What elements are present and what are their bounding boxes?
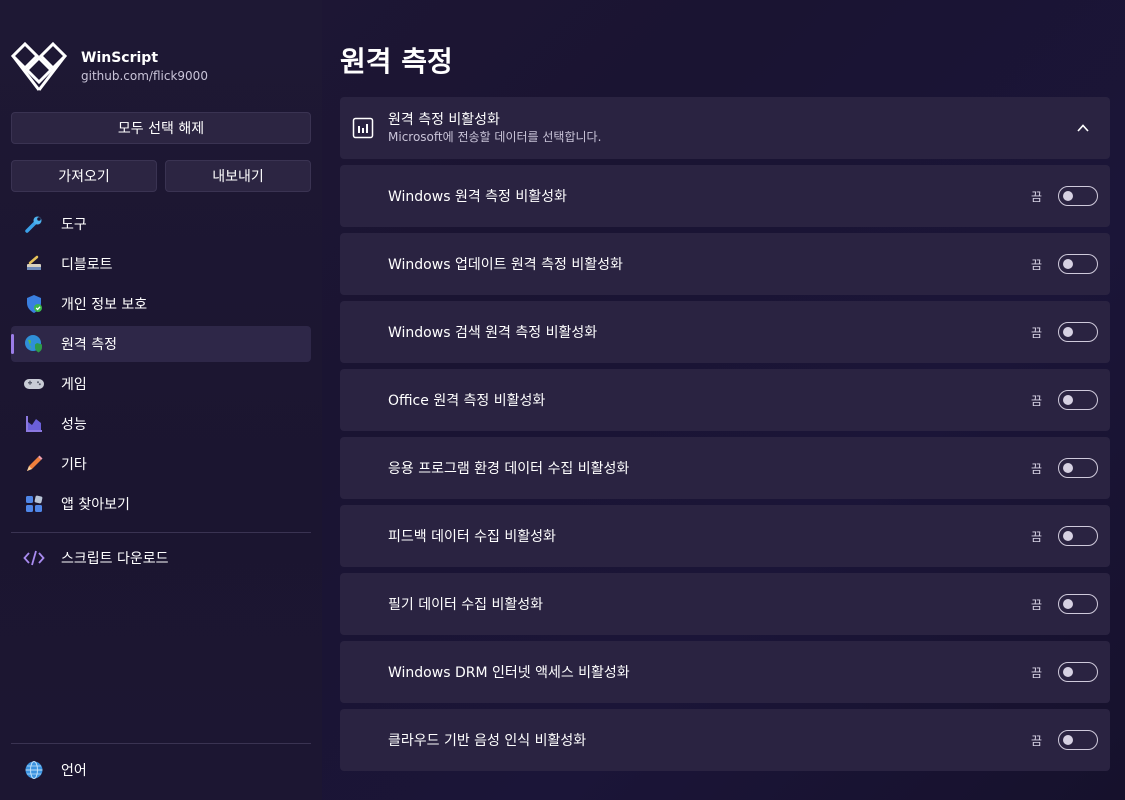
option-row: 필기 데이터 수집 비활성화 끔	[340, 573, 1110, 635]
toggle-state-label: 끔	[1030, 258, 1042, 272]
option-toggle[interactable]	[1058, 322, 1098, 342]
option-row: 응용 프로그램 환경 데이터 수집 비활성화 끔	[340, 437, 1110, 499]
sidebar-divider	[11, 743, 311, 744]
sidebar-item-language[interactable]: 언어	[11, 752, 311, 788]
option-toggle[interactable]	[1058, 390, 1098, 410]
app-subtitle: github.com/flick9000	[81, 69, 208, 83]
toggle-state-label: 끔	[1030, 462, 1042, 476]
sidebar: WinScript github.com/flick9000 모두 선택 해제 …	[0, 0, 322, 800]
toggle-knob	[1063, 327, 1073, 337]
sidebar-item-gaming[interactable]: 게임	[11, 366, 311, 402]
group-subtitle: Microsoft에 전송할 데이터를 선택합니다.	[388, 130, 602, 144]
option-toggle[interactable]	[1058, 730, 1098, 750]
option-label: Windows 원격 측정 비활성화	[388, 189, 567, 205]
group-title: 원격 측정 비활성화	[388, 112, 500, 128]
code-icon	[23, 547, 45, 569]
toggle-knob	[1063, 599, 1073, 609]
toggle-knob	[1063, 191, 1073, 201]
sidebar-item-label: 도구	[61, 217, 87, 233]
option-label: Windows DRM 인터넷 액세스 비활성화	[388, 665, 630, 681]
sidebar-item-label: 기타	[61, 457, 87, 473]
option-row: Windows 검색 원격 측정 비활성화 끔	[340, 301, 1110, 363]
option-row: Windows 업데이트 원격 측정 비활성화 끔	[340, 233, 1110, 295]
sidebar-item-download-script[interactable]: 스크립트 다운로드	[11, 540, 311, 576]
broom-icon	[23, 253, 45, 275]
option-label: Windows 업데이트 원격 측정 비활성화	[388, 257, 623, 273]
gamepad-icon	[23, 373, 45, 395]
option-toggle[interactable]	[1058, 594, 1098, 614]
export-button[interactable]: 내보내기	[165, 160, 311, 192]
sidebar-item-misc[interactable]: 기타	[11, 446, 311, 482]
option-label: 필기 데이터 수집 비활성화	[388, 597, 544, 613]
toggle-state-label: 끔	[1030, 734, 1042, 748]
toggle-knob	[1063, 531, 1073, 541]
toggle-state-label: 끔	[1030, 326, 1042, 340]
toggle-state-label: 끔	[1030, 394, 1042, 408]
option-row: 클라우드 기반 음성 인식 비활성화 끔	[340, 709, 1110, 771]
deselect-all-button[interactable]: 모두 선택 해제	[11, 112, 311, 144]
toggle-state-label: 끔	[1030, 530, 1042, 544]
sidebar-nav: 도구 디블로트 개인 정보 보호 원격 측정 게임 성능 기타 앱 찾아보기	[11, 206, 311, 526]
option-label: 응용 프로그램 환경 데이터 수집 비활성화	[388, 461, 630, 477]
page-title: 원격 측정	[340, 45, 453, 78]
toggle-state-label: 끔	[1030, 666, 1042, 680]
bar-chart-icon	[352, 117, 374, 139]
apps-icon	[23, 493, 45, 515]
option-toggle[interactable]	[1058, 458, 1098, 478]
option-toggle[interactable]	[1058, 526, 1098, 546]
toggle-knob	[1063, 735, 1073, 745]
brand: WinScript github.com/flick9000	[11, 42, 208, 92]
option-label: Windows 검색 원격 측정 비활성화	[388, 325, 598, 341]
option-toggle[interactable]	[1058, 254, 1098, 274]
sidebar-item-performance[interactable]: 성능	[11, 406, 311, 442]
toggle-state-label: 끔	[1030, 190, 1042, 204]
sidebar-item-label: 게임	[61, 377, 87, 393]
sidebar-divider	[11, 532, 311, 533]
sidebar-item-label: 성능	[61, 417, 87, 433]
toggle-state-label: 끔	[1030, 598, 1042, 612]
toggle-knob	[1063, 395, 1073, 405]
performance-chart-icon	[23, 413, 45, 435]
toggle-knob	[1063, 259, 1073, 269]
chevron-up-icon[interactable]	[1076, 121, 1090, 135]
sidebar-item-label: 앱 찾아보기	[61, 497, 130, 513]
option-row: Windows DRM 인터넷 액세스 비활성화 끔	[340, 641, 1110, 703]
app-title: WinScript	[81, 50, 159, 66]
sidebar-item-label: 개인 정보 보호	[61, 297, 148, 313]
shield-check-icon	[23, 293, 45, 315]
toggle-knob	[1063, 463, 1073, 473]
option-label: 클라우드 기반 음성 인식 비활성화	[388, 733, 587, 749]
telemetry-group-header[interactable]: 원격 측정 비활성화 Microsoft에 전송할 데이터를 선택합니다.	[340, 97, 1110, 159]
option-toggle[interactable]	[1058, 662, 1098, 682]
winscript-logo-icon	[11, 42, 67, 91]
toggle-knob	[1063, 667, 1073, 677]
sidebar-item-label: 언어	[61, 763, 87, 779]
import-button[interactable]: 가져오기	[11, 160, 157, 192]
option-toggle[interactable]	[1058, 186, 1098, 206]
globe-icon	[23, 759, 45, 781]
globe-shield-icon	[23, 333, 45, 355]
sidebar-item-label: 원격 측정	[61, 337, 117, 353]
wrench-icon	[23, 213, 45, 235]
option-label: 피드백 데이터 수집 비활성화	[388, 529, 556, 545]
sidebar-item-telemetry[interactable]: 원격 측정	[11, 326, 311, 362]
option-row: 피드백 데이터 수집 비활성화 끔	[340, 505, 1110, 567]
sidebar-item-label: 스크립트 다운로드	[61, 551, 169, 567]
pencil-icon	[23, 453, 45, 475]
sidebar-item-browse-apps[interactable]: 앱 찾아보기	[11, 486, 311, 522]
sidebar-item-privacy[interactable]: 개인 정보 보호	[11, 286, 311, 322]
option-row: Office 원격 측정 비활성화 끔	[340, 369, 1110, 431]
option-label: Office 원격 측정 비활성화	[388, 393, 546, 409]
sidebar-item-tools[interactable]: 도구	[11, 206, 311, 242]
sidebar-item-debloat[interactable]: 디블로트	[11, 246, 311, 282]
sidebar-item-label: 디블로트	[61, 257, 113, 273]
option-row: Windows 원격 측정 비활성화 끔	[340, 165, 1110, 227]
